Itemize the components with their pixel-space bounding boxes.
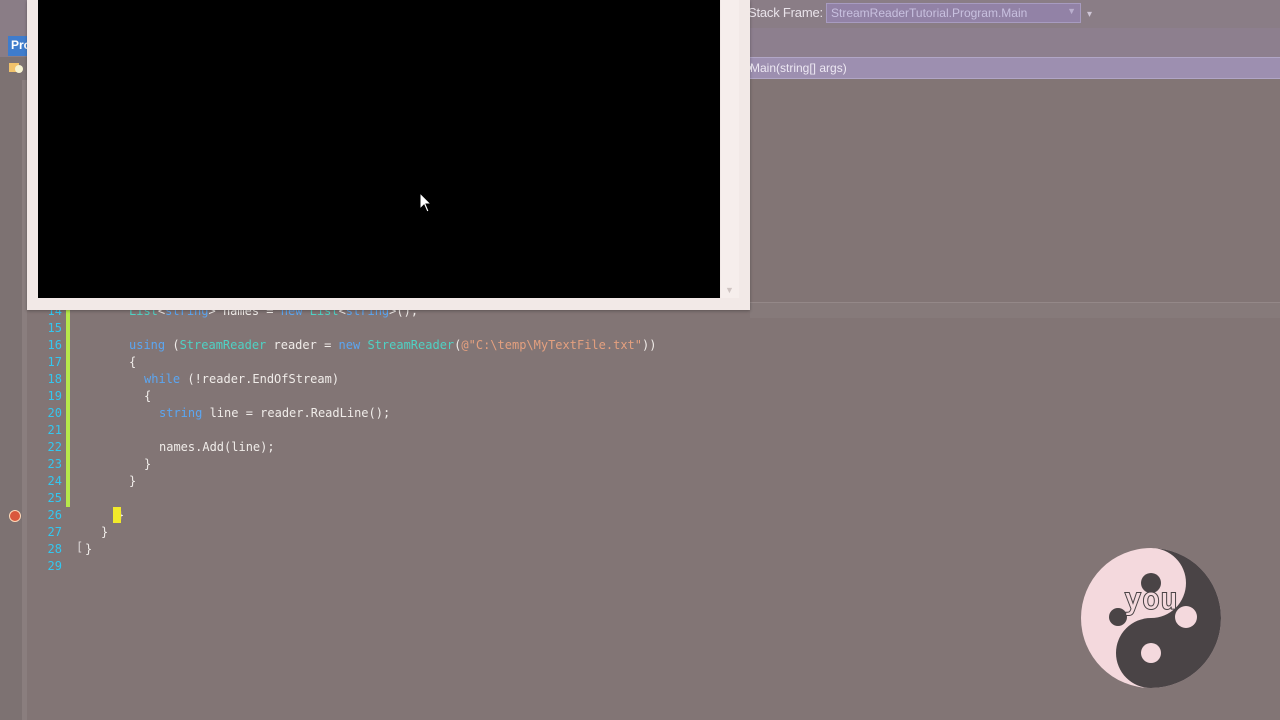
line-number: 18	[47, 372, 62, 386]
code-text: {	[129, 354, 136, 371]
code-token: }	[85, 542, 93, 556]
line-number: 28	[47, 542, 62, 556]
code-text: }	[144, 456, 151, 473]
line-number: 23	[47, 457, 62, 471]
line-number: 25	[47, 491, 62, 505]
toolbar-overflow-icon[interactable]: ▾	[1087, 9, 1092, 20]
code-line[interactable]: 15	[27, 320, 927, 337]
breakpoint-icon[interactable]	[9, 510, 21, 522]
code-token: {	[129, 355, 137, 369]
change-margin-marker	[66, 405, 70, 422]
code-token: {	[144, 389, 152, 403]
code-token: while	[144, 372, 181, 386]
channel-logo: you	[1081, 548, 1221, 688]
toolbar-lower-band	[740, 28, 1280, 57]
code-line[interactable]: 17 {	[27, 354, 927, 371]
toolbox-icon[interactable]	[8, 59, 24, 75]
code-text: }	[129, 473, 136, 490]
code-text: string line = reader.ReadLine();	[159, 405, 390, 422]
code-token: StreamReader	[367, 338, 455, 352]
code-text: }	[85, 541, 92, 558]
console-scrollbar[interactable]: ▼	[721, 0, 739, 298]
code-line[interactable]: 27}	[27, 524, 927, 541]
change-margin-marker	[66, 473, 70, 490]
code-line[interactable]: 18 while (!reader.EndOfStream)	[27, 371, 927, 388]
code-text: using (StreamReader reader = new StreamR…	[129, 337, 656, 354]
line-number: 16	[47, 338, 62, 352]
current-statement-highlight	[113, 507, 121, 523]
change-margin-marker	[66, 422, 70, 439]
code-token: using	[129, 338, 166, 352]
member-navigation-bar[interactable]: ◆ Main(string[] args)	[740, 57, 1280, 79]
code-line[interactable]: 28}	[27, 541, 927, 558]
change-margin-marker	[66, 337, 70, 354]
outline-collapse-mark: [	[76, 540, 84, 554]
line-number: 21	[47, 423, 62, 437]
code-text: names.Add(line);	[159, 439, 275, 456]
line-number: 22	[47, 440, 62, 454]
change-margin-marker	[66, 388, 70, 405]
change-margin-marker	[66, 558, 70, 575]
line-number: 29	[47, 559, 62, 573]
console-window[interactable]: ▼	[27, 0, 750, 310]
code-token: @"C:\temp\MyTextFile.txt"	[461, 338, 643, 352]
code-token: reader =	[266, 338, 339, 352]
code-token: StreamReader	[179, 338, 267, 352]
code-line[interactable]: 24}	[27, 473, 927, 490]
chevron-down-icon: ▼	[1067, 6, 1076, 16]
change-margin-marker	[66, 541, 70, 558]
code-line[interactable]: 23}	[27, 456, 927, 473]
code-line[interactable]: 16 using (StreamReader reader = new Strea…	[27, 337, 927, 354]
line-number: 17	[47, 355, 62, 369]
code-line[interactable]: 19 {	[27, 388, 927, 405]
stack-frame-dropdown[interactable]: StreamReaderTutorial.Program.Main ▼	[826, 3, 1081, 23]
code-token: new	[338, 338, 361, 352]
code-token: (	[165, 338, 180, 352]
code-line[interactable]: 20 string line = reader.ReadLine();	[27, 405, 927, 422]
stack-frame-label: Stack Frame:	[748, 5, 823, 20]
line-number: 19	[47, 389, 62, 403]
code-text: }	[101, 524, 108, 541]
change-margin-marker	[66, 524, 70, 541]
code-token: (!reader.EndOfStream)	[180, 372, 340, 386]
stack-frame-value: StreamReaderTutorial.Program.Main	[831, 6, 1028, 20]
change-margin-marker	[66, 456, 70, 473]
nav-method-name: Main(string[] args)	[750, 61, 847, 75]
change-margin-marker	[66, 507, 70, 524]
code-text: {	[144, 388, 151, 405]
code-line[interactable]: 26}	[27, 507, 927, 524]
line-number: 27	[47, 525, 62, 539]
line-number: 24	[47, 474, 62, 488]
code-token: }	[101, 525, 109, 539]
line-number: 20	[47, 406, 62, 420]
code-line[interactable]: 21	[27, 422, 927, 439]
change-margin-marker	[66, 439, 70, 456]
code-line[interactable]: 22 names.Add(line);	[27, 439, 927, 456]
code-token: }	[129, 474, 137, 488]
code-line[interactable]: 29	[27, 558, 927, 575]
code-text: while (!reader.EndOfStream)	[144, 371, 339, 388]
change-margin-marker	[66, 490, 70, 507]
svg-text:you: you	[1124, 582, 1178, 617]
code-line[interactable]: 25	[27, 490, 927, 507]
mouse-cursor-icon	[419, 192, 433, 213]
code-token: ))	[642, 338, 657, 352]
code-token: line = reader.ReadLine();	[202, 406, 391, 420]
line-number: 26	[47, 508, 62, 522]
change-margin-marker	[66, 354, 70, 371]
scroll-down-icon[interactable]: ▼	[725, 285, 734, 295]
change-margin-marker	[66, 371, 70, 388]
change-margin-marker	[66, 320, 70, 337]
code-token: string	[159, 406, 203, 420]
code-token: }	[144, 457, 152, 471]
console-output	[38, 0, 720, 298]
line-number: 15	[47, 321, 62, 335]
code-token: names.Add(line);	[159, 440, 275, 454]
